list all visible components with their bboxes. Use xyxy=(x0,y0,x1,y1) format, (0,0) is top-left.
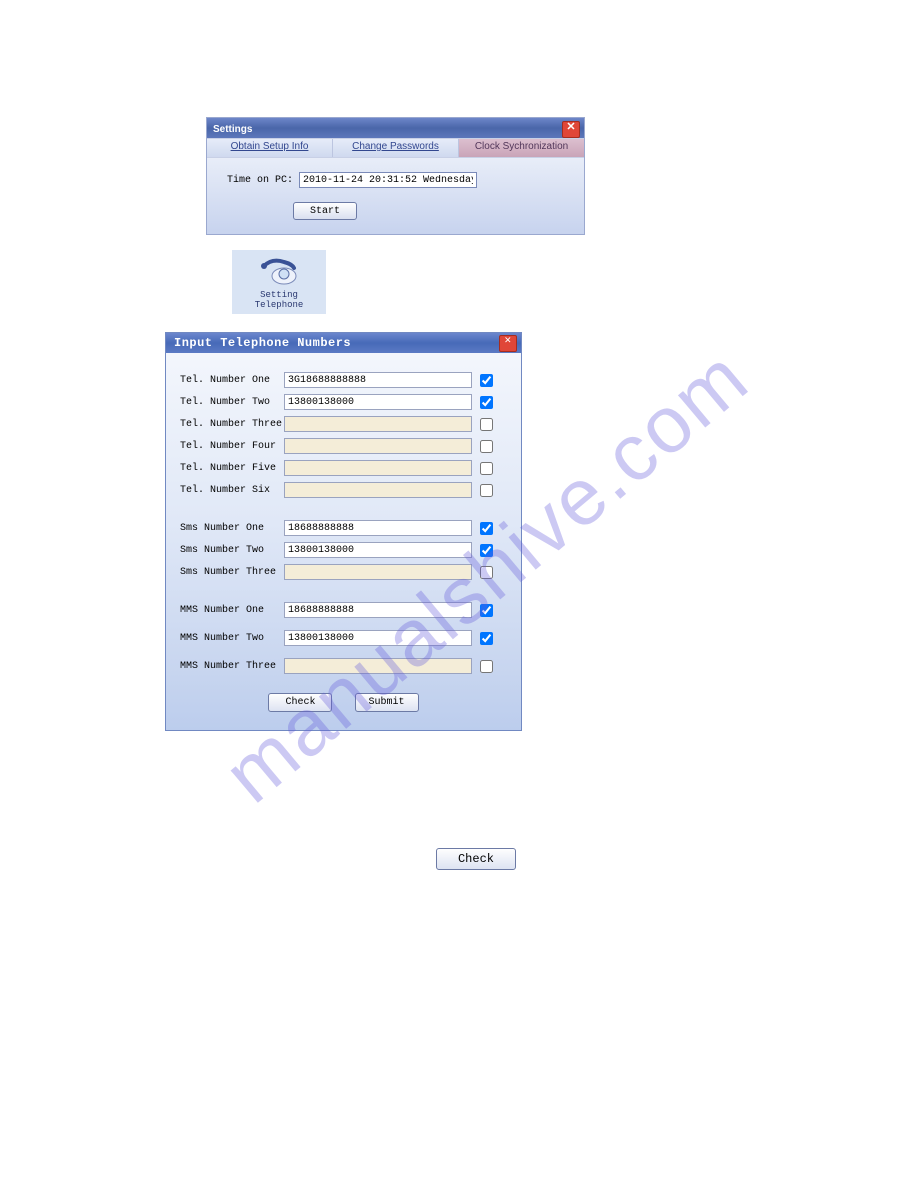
input-telephone-body: Tel. Number One Tel. Number Two Tel. Num… xyxy=(166,353,521,730)
input-telephone-titlebar: Input Telephone Numbers ✕ xyxy=(166,333,521,353)
mms-two-label: MMS Number Two xyxy=(180,633,284,644)
settings-body: Time on PC: Start xyxy=(207,158,584,234)
tel-one-label: Tel. Number One xyxy=(180,375,284,386)
tel-five-label: Tel. Number Five xyxy=(180,463,284,474)
mms-group: MMS Number One MMS Number Two MMS Number… xyxy=(180,599,507,677)
tab-clock-synchronization[interactable]: Clock Sychronization xyxy=(459,139,584,157)
tel-five-checkbox[interactable] xyxy=(480,462,493,475)
start-button[interactable]: Start xyxy=(293,202,357,220)
tab-obtain-setup-info[interactable]: Obtain Setup Info xyxy=(207,139,333,157)
tel-four-input[interactable] xyxy=(284,438,472,454)
check-button[interactable]: Check xyxy=(268,693,332,712)
sms-one-input[interactable] xyxy=(284,520,472,536)
mms-three-input[interactable] xyxy=(284,658,472,674)
sms-two-label: Sms Number Two xyxy=(180,545,284,556)
button-row: Check Submit xyxy=(180,693,507,712)
tel-four-label: Tel. Number Four xyxy=(180,441,284,452)
tel-five-input[interactable] xyxy=(284,460,472,476)
tel-three-label: Tel. Number Three xyxy=(180,419,284,430)
tel-two-checkbox[interactable] xyxy=(480,396,493,409)
input-telephone-window: Input Telephone Numbers ✕ Tel. Number On… xyxy=(165,332,522,731)
time-on-pc-input[interactable] xyxy=(299,172,477,188)
mms-one-input[interactable] xyxy=(284,602,472,618)
sms-two-input[interactable] xyxy=(284,542,472,558)
settings-window: Settings ✕ Obtain Setup Info Change Pass… xyxy=(206,117,585,235)
tel-group: Tel. Number One Tel. Number Two Tel. Num… xyxy=(180,369,507,501)
mms-three-checkbox[interactable] xyxy=(480,660,493,673)
tel-six-checkbox[interactable] xyxy=(480,484,493,497)
time-on-pc-label: Time on PC: xyxy=(227,175,293,186)
tel-one-checkbox[interactable] xyxy=(480,374,493,387)
sms-one-label: Sms Number One xyxy=(180,523,284,534)
setting-telephone-shortcut[interactable]: Setting Telephone xyxy=(232,250,326,314)
tab-change-passwords[interactable]: Change Passwords xyxy=(333,139,459,157)
sms-three-label: Sms Number Three xyxy=(180,567,284,578)
tel-two-input[interactable] xyxy=(284,394,472,410)
tel-two-label: Tel. Number Two xyxy=(180,397,284,408)
settings-title: Settings xyxy=(213,124,252,135)
tel-three-input[interactable] xyxy=(284,416,472,432)
input-telephone-title: Input Telephone Numbers xyxy=(174,336,351,350)
standalone-check-button[interactable]: Check xyxy=(436,848,516,870)
mms-three-label: MMS Number Three xyxy=(180,661,284,672)
sms-two-checkbox[interactable] xyxy=(480,544,493,557)
mms-one-label: MMS Number One xyxy=(180,605,284,616)
setting-telephone-label: Setting Telephone xyxy=(234,290,324,310)
tel-six-input[interactable] xyxy=(284,482,472,498)
mms-two-checkbox[interactable] xyxy=(480,632,493,645)
tel-four-checkbox[interactable] xyxy=(480,440,493,453)
standalone-check-wrap: Check xyxy=(428,848,524,870)
mms-one-checkbox[interactable] xyxy=(480,604,493,617)
close-icon[interactable]: ✕ xyxy=(562,121,580,138)
mms-two-input[interactable] xyxy=(284,630,472,646)
close-icon[interactable]: ✕ xyxy=(499,335,517,352)
tel-three-checkbox[interactable] xyxy=(480,418,493,431)
sms-group: Sms Number One Sms Number Two Sms Number… xyxy=(180,517,507,583)
sms-three-checkbox[interactable] xyxy=(480,566,493,579)
sms-three-input[interactable] xyxy=(284,564,472,580)
telephone-icon xyxy=(258,256,300,286)
settings-tabbar: Obtain Setup Info Change Passwords Clock… xyxy=(207,138,584,158)
tel-six-label: Tel. Number Six xyxy=(180,485,284,496)
settings-titlebar: Settings ✕ xyxy=(207,118,584,138)
sms-one-checkbox[interactable] xyxy=(480,522,493,535)
submit-button[interactable]: Submit xyxy=(355,693,419,712)
tel-one-input[interactable] xyxy=(284,372,472,388)
